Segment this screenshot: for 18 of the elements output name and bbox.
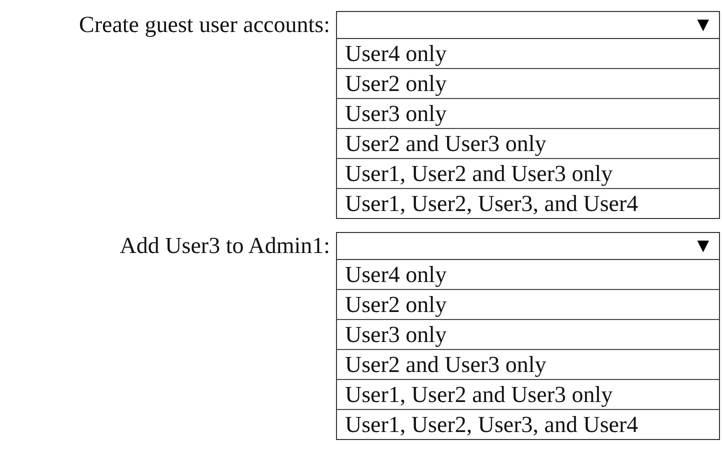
dropdown-option[interactable]: User1, User2, User3, and User4 — [337, 188, 719, 218]
question-label: Add User3 to Admin1: — [118, 232, 331, 260]
dropdown-arrow-icon[interactable]: ▼ — [693, 236, 713, 256]
dropdown-arrow-icon[interactable]: ▼ — [693, 15, 713, 35]
dropdown-option[interactable]: User2 and User3 only — [337, 128, 719, 158]
dropdown-option[interactable]: User1, User2 and User3 only — [337, 379, 719, 409]
dropdown-list[interactable]: ▼ User4 only User2 only User3 only User2 and User3 only User1, User2 and User3 only User1, User2, User3, and User4 — [336, 232, 720, 440]
dropdown-option[interactable]: User4 only — [337, 260, 719, 289]
dropdown-option[interactable]: User2 only — [337, 289, 719, 319]
question-label: Create guest user accounts: — [78, 11, 331, 39]
dropdown-option[interactable]: User1, User2 and User3 only — [337, 158, 719, 188]
dropdown-list[interactable]: ▼ User4 only User2 only User3 only User2 and User3 only User1, User2 and User3 only User1, User2, User3, and User4 — [336, 11, 720, 219]
dropdown-option[interactable]: User4 only — [337, 39, 719, 68]
dropdown-option[interactable]: User2 only — [337, 68, 719, 98]
dropdown-option[interactable]: User2 and User3 only — [337, 349, 719, 379]
dropdown-option[interactable]: User3 only — [337, 98, 719, 128]
dropdown-option[interactable]: User3 only — [337, 319, 719, 349]
dropdown-option[interactable]: User1, User2, User3, and User4 — [337, 409, 719, 439]
